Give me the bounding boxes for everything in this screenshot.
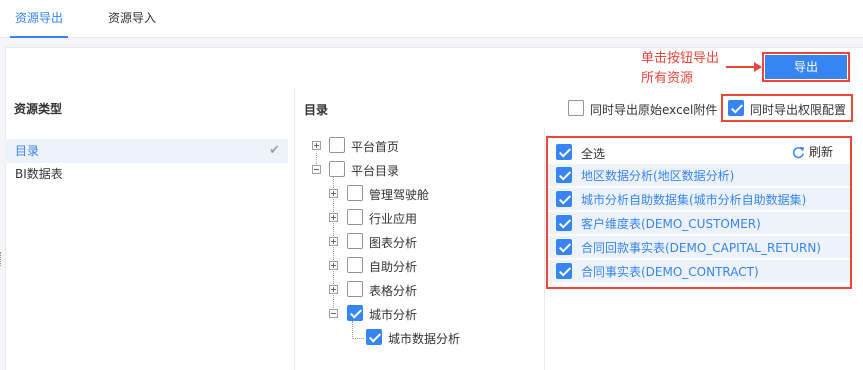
resource-type-item-catalog[interactable]: 目录 ✔ (5, 139, 288, 163)
tree-checkbox-chart-analysis[interactable] (347, 233, 363, 249)
annotation-line-2: 所有资源 (641, 71, 694, 86)
resource-item-checkbox[interactable] (556, 263, 572, 279)
tab-bar: 资源导出 资源导入 (0, 0, 863, 38)
catalog-heading: 目录 (304, 103, 329, 117)
expand-icon[interactable] (312, 141, 321, 150)
resource-item-label: 合同事实表(DEMO_CONTRACT) (581, 265, 759, 279)
collapse-icon[interactable] (312, 165, 321, 174)
collapse-icon[interactable] (329, 309, 338, 318)
export-permission-label: 同时导出权限配置 (750, 103, 847, 117)
refresh-icon (792, 147, 805, 159)
resource-item-label: 客户维度表(DEMO_CUSTOMER) (581, 217, 761, 231)
tree-label-city-analysis[interactable]: 城市分析 (369, 306, 417, 323)
resource-item-checkbox[interactable] (556, 191, 572, 207)
tree-label-chart-analysis[interactable]: 图表分析 (369, 234, 417, 251)
annotation-line-1: 单击按钮导出 (641, 51, 720, 66)
export-annotation: 单击按钮导出 所有资源 (641, 49, 719, 89)
resource-item[interactable]: 客户维度表(DEMO_CUSTOMER) (548, 212, 850, 234)
tree-checkbox-platform-catalog[interactable] (329, 161, 345, 177)
resource-item-checkbox[interactable] (556, 215, 572, 231)
resource-item-label: 地区数据分析(地区数据分析) (581, 169, 735, 183)
select-all-checkbox[interactable] (556, 144, 572, 160)
tree-checkbox-city-analysis[interactable] (347, 305, 363, 321)
resource-item[interactable]: 合同回款事实表(DEMO_CAPITAL_RETURN) (548, 236, 850, 258)
select-all-label[interactable]: 全选 (581, 145, 605, 162)
checkmark-icon: ✔ (269, 143, 280, 158)
resource-item[interactable]: 地区数据分析(地区数据分析) (548, 164, 850, 186)
expand-icon[interactable] (329, 261, 338, 270)
divider (544, 128, 545, 370)
tree-label-table-analysis[interactable]: 表格分析 (369, 282, 417, 299)
tree-connector (352, 321, 353, 339)
resource-type-heading: 资源类型 (14, 102, 63, 116)
export-excel-attachment-label: 同时导出原始excel附件 (590, 103, 718, 117)
resource-item[interactable]: 合同事实表(DEMO_CONTRACT) (548, 260, 850, 282)
tree-checkbox-self-service[interactable] (347, 257, 363, 273)
expand-icon[interactable] (329, 213, 338, 222)
resource-item-label: 合同回款事实表(DEMO_CAPITAL_RETURN) (581, 241, 821, 255)
tree-label-cockpit[interactable]: 管理驾驶舱 (369, 186, 429, 203)
tree-checkbox-platform-home[interactable] (329, 137, 345, 153)
resource-item-checkbox[interactable] (556, 239, 572, 255)
export-excel-attachment-checkbox[interactable] (568, 100, 584, 116)
resource-item-checkbox[interactable] (556, 167, 572, 183)
tree-label-industry-app[interactable]: 行业应用 (369, 210, 417, 227)
tree-label-city-data-analysis[interactable]: 城市数据分析 (388, 330, 460, 347)
export-permission-checkbox[interactable] (728, 100, 744, 116)
tree-checkbox-industry-app[interactable] (347, 209, 363, 225)
resource-item[interactable]: 城市分析自助数据集(城市分析自助数据集) (548, 188, 850, 210)
tree-checkbox-table-analysis[interactable] (347, 281, 363, 297)
tree-label-platform-catalog[interactable]: 平台目录 (351, 162, 399, 179)
resize-handle[interactable] (0, 252, 2, 266)
arrow-right-icon (726, 62, 762, 72)
tab-resource-import[interactable]: 资源导入 (108, 0, 156, 38)
resource-item-label: 城市分析自助数据集(城市分析自助数据集) (581, 193, 807, 207)
resource-type-label: 目录 (15, 144, 40, 158)
tree-checkbox-cockpit[interactable] (347, 185, 363, 201)
expand-icon[interactable] (329, 189, 338, 198)
refresh-label: 刷新 (809, 145, 834, 159)
tree-label-platform-home[interactable]: 平台首页 (351, 138, 399, 155)
tree-connector (352, 338, 364, 339)
resource-type-label: BI数据表 (15, 167, 63, 181)
refresh-button[interactable]: 刷新 (792, 143, 833, 161)
expand-icon[interactable] (329, 237, 338, 246)
tree-checkbox-city-data-analysis[interactable] (366, 329, 382, 345)
resource-type-panel: 资源类型 目录 ✔ BI数据表 (5, 88, 295, 370)
tree-label-self-service[interactable]: 自助分析 (369, 258, 417, 275)
expand-icon[interactable] (329, 285, 338, 294)
export-button[interactable]: 导出 (765, 55, 847, 79)
tab-resource-export[interactable]: 资源导出 (9, 0, 69, 38)
resource-type-item-bi-table[interactable]: BI数据表 (5, 162, 288, 186)
